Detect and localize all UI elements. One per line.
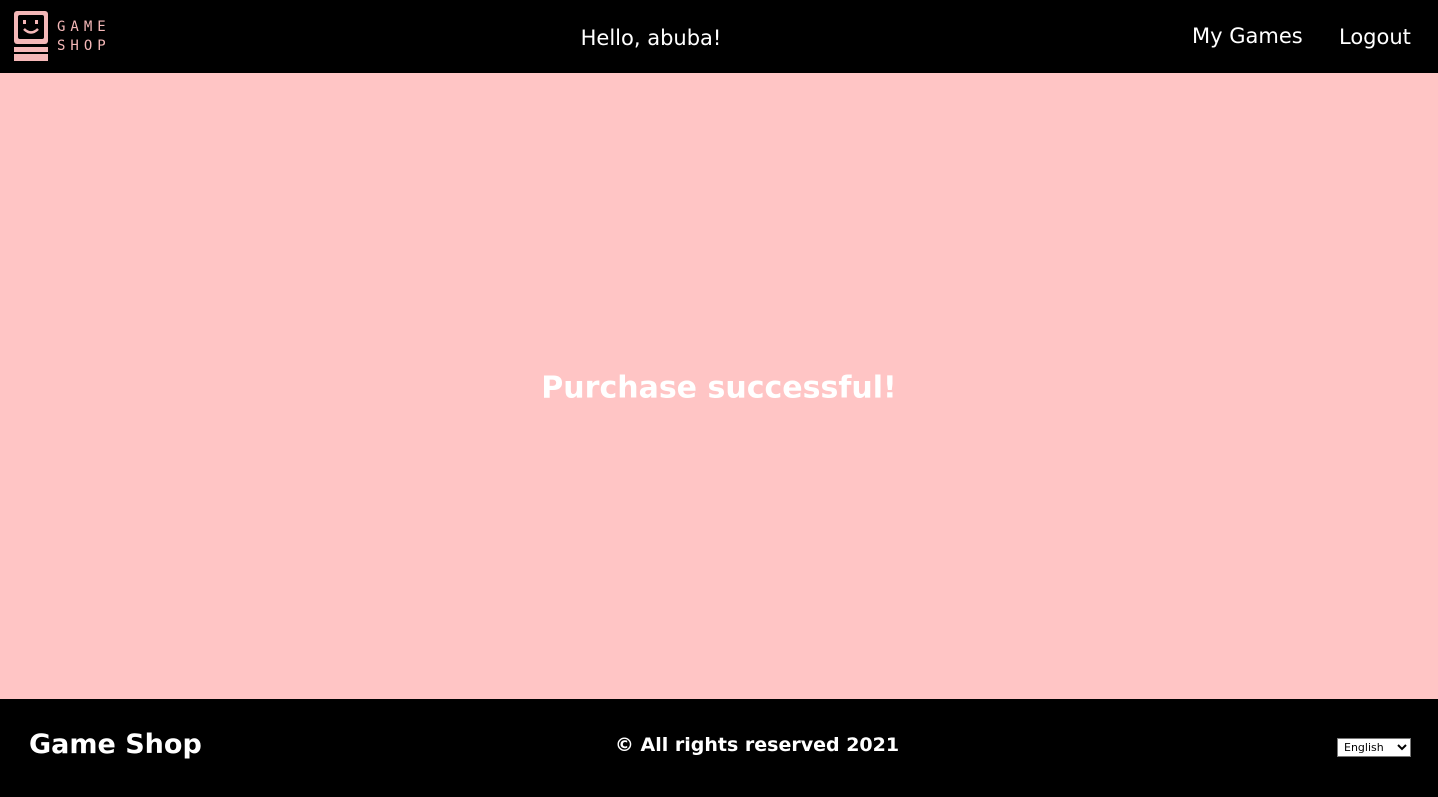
nav-logout-link[interactable]: Logout	[1339, 25, 1411, 49]
page-footer: Game Shop © All rights reserved 2021 Eng…	[0, 699, 1438, 797]
purchase-success-message: Purchase successful!	[541, 370, 897, 406]
user-greeting: Hello, abuba!	[580, 26, 722, 50]
footer-brand: Game Shop	[29, 729, 202, 760]
main-content: Purchase successful!	[0, 73, 1438, 699]
nav-my-games-link[interactable]: My Games	[1192, 24, 1303, 48]
language-select[interactable]: English	[1337, 738, 1411, 757]
footer-copyright: © All rights reserved 2021	[614, 734, 900, 756]
computer-mascot-icon: GAME SHOP	[14, 11, 109, 61]
svg-text:GAME: GAME	[57, 19, 109, 35]
top-header: GAME SHOP Hello, abuba! My Games Logout	[0, 0, 1438, 73]
svg-text:SHOP: SHOP	[57, 38, 109, 54]
site-logo[interactable]: GAME SHOP	[13, 10, 109, 62]
